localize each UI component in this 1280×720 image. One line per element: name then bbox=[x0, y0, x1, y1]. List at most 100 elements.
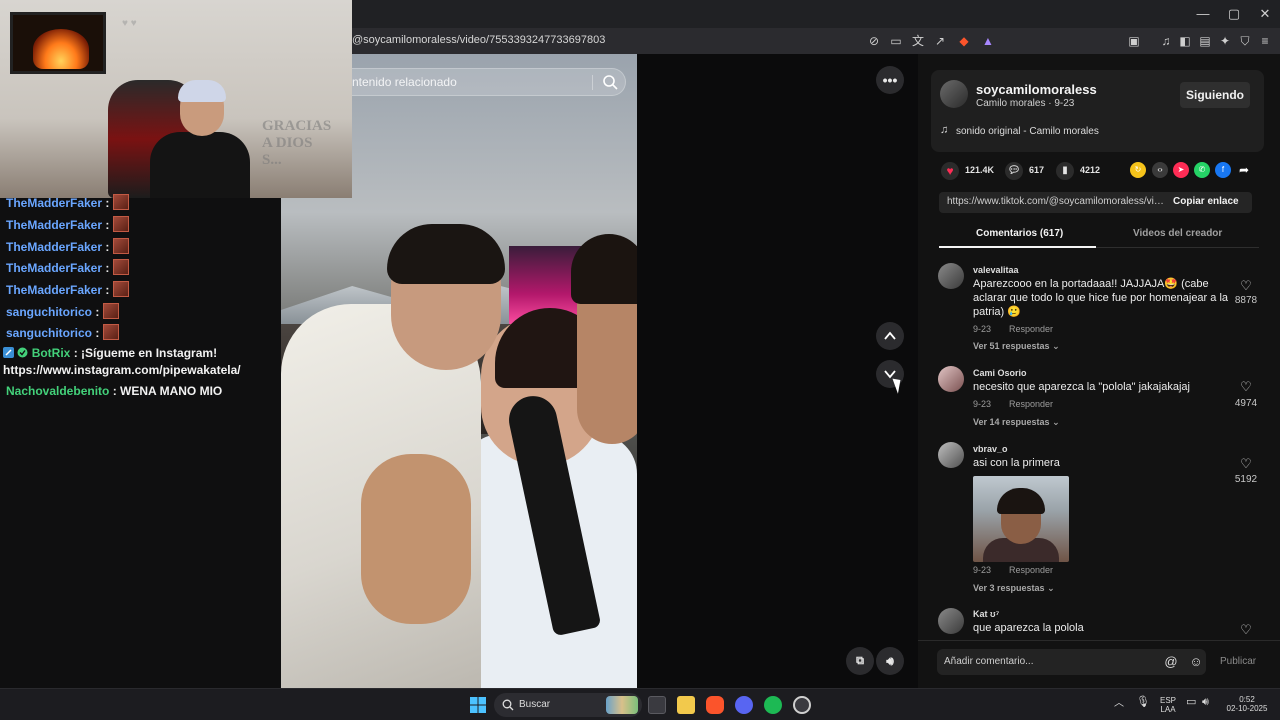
comment-username[interactable]: Cami Osorio bbox=[973, 368, 1027, 378]
vpn-icon[interactable]: ⛉ bbox=[1237, 33, 1253, 49]
comment-heart-icon[interactable]: ♡ bbox=[1236, 456, 1256, 472]
reply-button[interactable]: Responder bbox=[1009, 324, 1053, 334]
heart-icon[interactable]: ♥ bbox=[941, 161, 959, 180]
wall-poster: ♥ ♥ bbox=[122, 18, 137, 29]
repost-icon[interactable]: ↻ bbox=[1130, 162, 1146, 178]
comment-composer: Añadir comentario... @ ☺ Publicar bbox=[918, 640, 1280, 688]
comment-heart-icon[interactable]: ♡ bbox=[1236, 622, 1256, 634]
sidebar-icon[interactable]: ◧ bbox=[1177, 33, 1193, 49]
wall-sign: GRACIAS A DIOS S... bbox=[262, 118, 332, 168]
comment-like-count: 8878 bbox=[1234, 295, 1258, 306]
active-tab-indicator bbox=[939, 246, 1096, 248]
brave-shield-icon[interactable]: ◆ bbox=[956, 33, 972, 49]
facebook-icon[interactable]: f bbox=[1215, 162, 1231, 178]
language-indicator[interactable]: ESP LAA bbox=[1157, 696, 1179, 714]
more-options-icon[interactable]: ••• bbox=[876, 66, 904, 94]
commenter-avatar[interactable] bbox=[938, 366, 964, 392]
tab-comments[interactable]: Comentarios (617) bbox=[976, 228, 1063, 239]
task-view-icon[interactable] bbox=[648, 696, 666, 714]
maximize-button[interactable]: ▢ bbox=[1217, 4, 1251, 24]
leo-ai-icon[interactable]: ✦ bbox=[1217, 33, 1233, 49]
comment-username[interactable]: Kat ʊ⁷ bbox=[973, 609, 999, 619]
comment-username[interactable]: valevalitaa bbox=[973, 265, 1019, 275]
bookmark-save-icon[interactable]: ▮ bbox=[1056, 161, 1074, 180]
save-stat[interactable]: ▮ 4212 bbox=[1056, 160, 1100, 180]
add-comment-input[interactable]: Añadir comentario... @ ☺ bbox=[937, 649, 1206, 675]
view-replies-button[interactable]: Ver 3 respuestas ⌄ bbox=[973, 583, 1055, 594]
emote-icon bbox=[113, 281, 130, 297]
reply-button[interactable]: Responder bbox=[1009, 565, 1053, 575]
obs-icon[interactable] bbox=[793, 696, 811, 714]
comment-username[interactable]: vbrav_o bbox=[973, 444, 1008, 454]
view-replies-button[interactable]: Ver 14 respuestas ⌄ bbox=[973, 417, 1060, 428]
publish-button[interactable]: Publicar bbox=[1220, 656, 1256, 667]
commenter-avatar[interactable] bbox=[938, 608, 964, 634]
copy-link-button[interactable]: Copiar enlace bbox=[1173, 196, 1239, 207]
creator-subtitle: Camilo morales · 9-23 bbox=[976, 98, 1075, 109]
brave-rewards-icon[interactable]: ▲ bbox=[980, 33, 996, 49]
reply-button[interactable]: Responder bbox=[1009, 399, 1053, 409]
microphone-icon[interactable]: 🎙︎ bbox=[1136, 697, 1150, 708]
system-clock[interactable]: 0:52 02-10-2025 bbox=[1222, 695, 1272, 713]
close-window-button[interactable]: ✕ bbox=[1248, 4, 1280, 24]
address-bar-url[interactable]: @soycamilomoraless/video/755339324773369… bbox=[352, 34, 605, 46]
creator-avatar[interactable] bbox=[940, 80, 968, 108]
media-icon[interactable]: ♫ bbox=[1158, 33, 1174, 49]
following-button[interactable]: Siguiendo bbox=[1180, 82, 1250, 108]
spotify-icon[interactable] bbox=[764, 696, 782, 714]
verified-icon bbox=[17, 347, 28, 358]
comment-heart-icon[interactable]: ♡ bbox=[1236, 379, 1256, 395]
comment-meta: 9-23 Responder bbox=[973, 324, 1054, 334]
menu-icon[interactable]: ≡ bbox=[1257, 33, 1273, 49]
share-link-url[interactable]: https://www.tiktok.com/@soycamilomorales… bbox=[947, 196, 1169, 207]
share-icon[interactable]: ↗ bbox=[932, 33, 948, 49]
comment-like-count: 5192 bbox=[1234, 474, 1258, 485]
translate-icon[interactable]: 文 bbox=[910, 33, 926, 49]
embed-icon[interactable]: ‹› bbox=[1152, 162, 1168, 178]
music-title[interactable]: sonido original - Camilo morales bbox=[956, 126, 1099, 137]
tv-fireplace bbox=[10, 12, 106, 74]
view-replies-button[interactable]: Ver 51 respuestas ⌄ bbox=[973, 341, 1060, 352]
comment-text: que aparezca la polola bbox=[973, 622, 1084, 634]
chat-message: sanguchitorico : bbox=[6, 303, 120, 319]
comment-text: asi con la primera bbox=[973, 457, 1060, 469]
comment-stat[interactable]: 💬︎ 617 bbox=[1005, 160, 1044, 180]
emoji-icon[interactable]: ☺ bbox=[1187, 653, 1205, 671]
floating-player-icon[interactable]: ⧉ bbox=[846, 647, 874, 675]
comment-icon[interactable]: 💬︎ bbox=[1005, 161, 1023, 180]
search-icon[interactable] bbox=[602, 74, 618, 90]
streamer-webcam: ♥ ♥ GRACIAS A DIOS S... bbox=[0, 0, 352, 198]
brave-browser-icon[interactable] bbox=[706, 696, 724, 714]
commenter-avatar[interactable] bbox=[938, 442, 964, 468]
search-highlight-icon bbox=[606, 696, 638, 714]
discord-icon[interactable] bbox=[735, 696, 753, 714]
emote-icon bbox=[113, 216, 130, 232]
chat-message: sanguchitorico : bbox=[6, 324, 120, 340]
comment-heart-icon[interactable]: ♡ bbox=[1236, 278, 1256, 294]
tab-creator-videos[interactable]: Videos del creador bbox=[1133, 228, 1222, 239]
more-share-icon[interactable]: ➦ bbox=[1236, 162, 1252, 178]
like-stat[interactable]: ♥ 121.4K bbox=[941, 160, 994, 180]
network-icon[interactable]: ▭ bbox=[1186, 697, 1196, 708]
file-explorer-icon[interactable] bbox=[677, 696, 695, 714]
speaker-icon[interactable]: 🔊︎ bbox=[1202, 697, 1209, 708]
comment-image[interactable] bbox=[973, 476, 1069, 562]
mention-icon[interactable]: @ bbox=[1162, 653, 1180, 671]
minimize-button[interactable]: — bbox=[1186, 4, 1220, 24]
screen-cast-icon[interactable]: ▭ bbox=[888, 33, 904, 49]
reader-off-icon[interactable]: ⊘ bbox=[866, 33, 882, 49]
commenter-avatar[interactable] bbox=[938, 263, 964, 289]
bot-badge-icon bbox=[3, 347, 14, 358]
chevron-up-icon[interactable] bbox=[876, 322, 904, 350]
taskbar-search[interactable]: Buscar bbox=[494, 693, 642, 717]
windows-start-icon[interactable] bbox=[469, 696, 487, 714]
emote-icon bbox=[103, 303, 120, 319]
volume-icon[interactable]: 🔊︎ bbox=[876, 647, 904, 675]
wallet-icon[interactable]: ▤ bbox=[1197, 33, 1213, 49]
send-icon[interactable]: ➤ bbox=[1173, 162, 1189, 178]
bookmark-icon[interactable]: ▣ bbox=[1126, 33, 1142, 49]
whatsapp-icon[interactable]: ✆ bbox=[1194, 162, 1210, 178]
tray-chevron-up-icon[interactable]: ︿ bbox=[1114, 699, 1124, 709]
creator-username[interactable]: soycamilomoraless bbox=[976, 82, 1097, 97]
comment-list[interactable]: valevalitaa Aparezcooo en la portadaaa!!… bbox=[918, 252, 1280, 634]
